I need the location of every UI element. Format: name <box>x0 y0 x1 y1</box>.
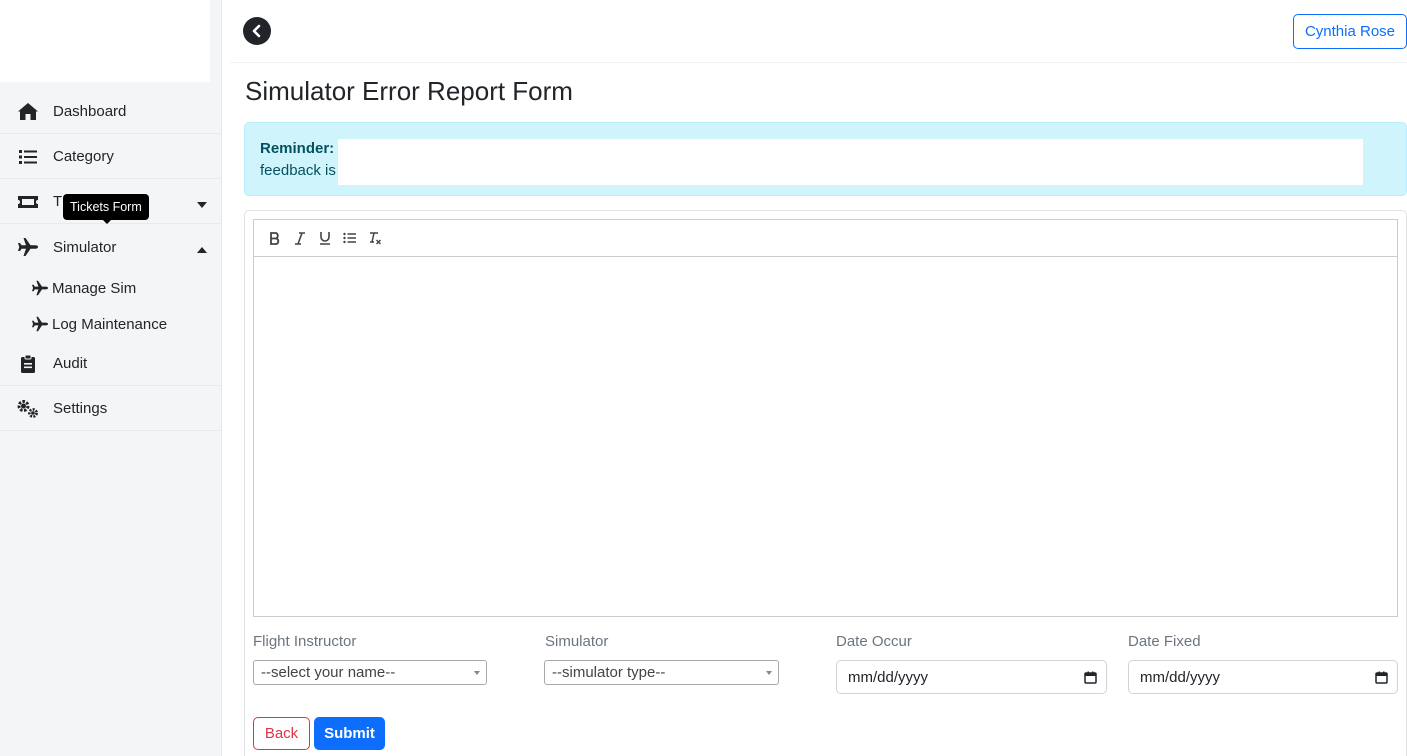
calendar-icon[interactable] <box>1375 671 1388 684</box>
sidebar-item-settings[interactable]: Settings <box>0 387 222 431</box>
italic-icon[interactable] <box>291 229 309 247</box>
date-fixed-input[interactable]: mm/dd/yyyy <box>1128 660 1398 694</box>
gears-icon <box>16 399 40 419</box>
editor-toolbar <box>253 219 1398 257</box>
back-nav-button[interactable] <box>243 17 271 45</box>
calendar-icon[interactable] <box>1084 671 1097 684</box>
reminder-alert: Reminder: I feedback is <box>244 122 1407 196</box>
dropdown-arrow-icon <box>766 671 772 675</box>
logo <box>0 0 210 82</box>
sidebar-subitem-log-maintenance[interactable]: Log Maintenance <box>0 307 222 341</box>
sidebar-item-label: T <box>53 193 63 210</box>
simulator-label: Simulator <box>545 633 609 650</box>
date-occur-label: Date Occur <box>836 633 912 650</box>
instructor-select-value: --select your name-- <box>261 664 396 681</box>
tooltip: Tickets Form <box>63 194 149 220</box>
clear-format-icon[interactable] <box>366 229 384 247</box>
user-menu-button[interactable]: Cynthia Rose <box>1293 14 1407 49</box>
editor-textarea[interactable] <box>253 256 1398 617</box>
chevron-left-icon <box>252 24 261 38</box>
alert-line-1: Reminder: I <box>260 140 343 157</box>
ticket-icon <box>16 192 40 212</box>
sidebar-item-label: Audit <box>53 355 88 372</box>
tooltip-arrow <box>102 219 112 224</box>
plane-icon <box>31 280 49 296</box>
sidebar-item-category[interactable]: Category <box>0 135 222 179</box>
instructor-label: Flight Instructor <box>253 633 357 650</box>
submit-button[interactable]: Submit <box>314 717 385 750</box>
bold-icon[interactable] <box>266 229 284 247</box>
clipboard-icon <box>16 354 40 374</box>
alert-line-2: feedback is <box>260 162 336 179</box>
sidebar-subitem-label: Manage Sim <box>52 279 137 297</box>
sidebar-subitem-manage-sim[interactable]: Manage Sim <box>0 271 222 305</box>
list-icon <box>16 147 40 167</box>
alert-bold: Reminder: <box>260 140 335 157</box>
back-button[interactable]: Back <box>253 717 310 750</box>
caret-up-icon <box>196 242 208 253</box>
sidebar-item-label: Simulator <box>53 238 117 256</box>
date-fixed-label: Date Fixed <box>1128 633 1201 650</box>
instructor-select[interactable]: --select your name-- <box>253 660 487 685</box>
sidebar-item-dashboard[interactable]: Dashboard <box>0 90 222 134</box>
sidebar-item-label: Settings <box>53 400 108 417</box>
sidebar-item-label: Category <box>53 148 114 165</box>
plane-icon <box>16 237 40 257</box>
page-title: Simulator Error Report Form <box>245 76 573 106</box>
sidebar-subitem-label: Log Maintenance <box>52 315 168 333</box>
simulator-select-value: --simulator type-- <box>552 664 666 681</box>
date-fixed-value: mm/dd/yyyy <box>1140 668 1221 686</box>
underline-icon[interactable] <box>316 229 334 247</box>
bullet-list-icon[interactable] <box>341 229 359 247</box>
sidebar-item-label: Dashboard <box>53 103 127 120</box>
simulator-select[interactable]: --simulator type-- <box>544 660 779 685</box>
sidebar: Dashboard Category T Simulator Manage Si… <box>0 0 222 756</box>
redacted-block <box>338 139 1363 185</box>
sidebar-item-simulator[interactable]: Simulator <box>0 225 222 269</box>
home-icon <box>16 102 40 122</box>
caret-down-icon <box>196 197 208 208</box>
sidebar-item-audit[interactable]: Audit <box>0 342 222 386</box>
plane-icon <box>31 316 49 332</box>
header-divider <box>230 62 1407 63</box>
date-occur-input[interactable]: mm/dd/yyyy <box>836 660 1107 694</box>
date-occur-value: mm/dd/yyyy <box>848 668 929 686</box>
dropdown-arrow-icon <box>474 671 480 675</box>
